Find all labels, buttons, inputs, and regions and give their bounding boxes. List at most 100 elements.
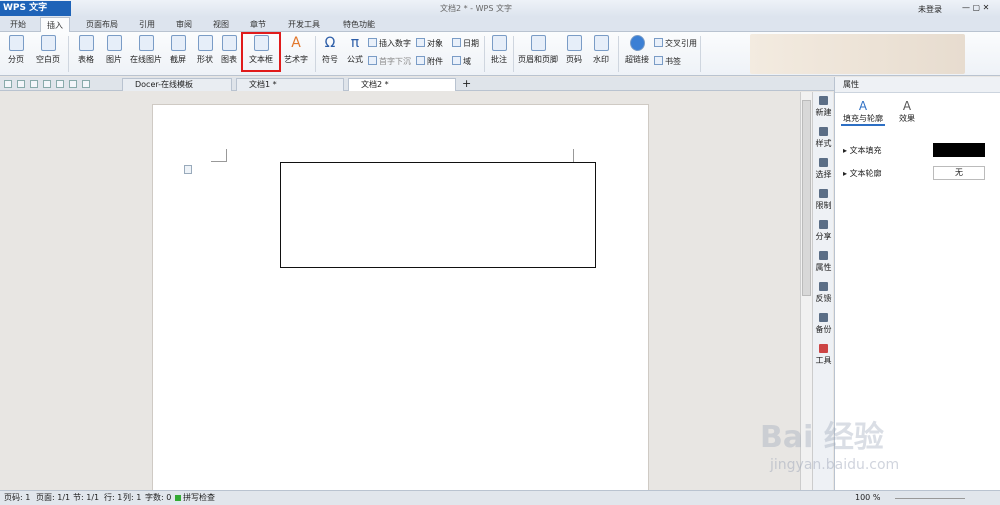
- window-controls[interactable]: — ▢ ✕: [962, 3, 989, 12]
- comment-icon: [491, 35, 507, 51]
- feedback-icon: [819, 282, 828, 291]
- toolbox-icon: [819, 344, 828, 353]
- chart-button[interactable]: 图表: [219, 35, 239, 65]
- header-footer-button[interactable]: 页眉和页脚: [517, 35, 559, 65]
- spell-check[interactable]: 拼写检查: [183, 491, 215, 505]
- shape-button[interactable]: 形状: [194, 35, 216, 65]
- watermark-button[interactable]: 水印: [589, 35, 613, 65]
- bookmark-button[interactable]: 书签: [654, 56, 681, 67]
- drop-cap-icon: [368, 56, 377, 65]
- formula-button[interactable]: π 公式: [345, 35, 365, 65]
- open-icon[interactable]: [4, 80, 12, 88]
- save-icon[interactable]: [17, 80, 25, 88]
- art-text-icon: A: [291, 35, 301, 51]
- drop-cap-button[interactable]: 首字下沉: [368, 56, 411, 67]
- share-icon: [819, 220, 828, 229]
- status-section: 节: 1/1: [73, 493, 100, 502]
- status-page: 页码: 1: [4, 493, 31, 502]
- zoom-slider[interactable]: [895, 498, 965, 499]
- sidebar-share[interactable]: 分享: [813, 220, 834, 242]
- tab-view[interactable]: 视图: [213, 19, 229, 30]
- insert-number-button[interactable]: 插入数字: [368, 38, 411, 49]
- sidebar-new[interactable]: 新建: [813, 96, 834, 118]
- tab-reference[interactable]: 引用: [139, 19, 155, 30]
- tab-review[interactable]: 审阅: [176, 19, 192, 30]
- online-picture-icon: [138, 35, 154, 51]
- doc-tab-docer[interactable]: Docer-在线模板: [122, 78, 232, 91]
- sidebar-backup[interactable]: 备份: [813, 313, 834, 335]
- tab-insert[interactable]: 插入: [40, 17, 70, 32]
- title-bar: WPS 文字 文档2 * - WPS 文字 未登录 — ▢ ✕: [0, 0, 1000, 17]
- tab-effect[interactable]: A 效果: [893, 99, 921, 124]
- bookmark-icon: [654, 56, 663, 65]
- fill-a-icon: A: [858, 99, 868, 113]
- tab-page-layout[interactable]: 页面布局: [86, 19, 118, 30]
- shape-icon: [197, 35, 213, 51]
- text-outline-select[interactable]: 无: [933, 166, 985, 180]
- pi-icon: π: [350, 35, 360, 51]
- sidebar-restrict[interactable]: 限制: [813, 189, 834, 211]
- page-number-button[interactable]: 页码: [562, 35, 586, 65]
- table-button[interactable]: 表格: [74, 35, 98, 65]
- date-button[interactable]: 日期: [452, 38, 479, 49]
- new-tab-button[interactable]: +: [462, 77, 471, 90]
- text-box[interactable]: [280, 162, 596, 268]
- symbol-button[interactable]: Ω 符号: [319, 35, 341, 65]
- watermark-logo: Bai 经验: [760, 420, 884, 455]
- text-outline-row[interactable]: ▸ 文本轮廓: [843, 168, 882, 179]
- backup-icon: [819, 313, 828, 322]
- pdf-icon[interactable]: [30, 80, 38, 88]
- comment-button[interactable]: 批注: [488, 35, 510, 65]
- tab-special[interactable]: 特色功能: [343, 19, 375, 30]
- object-button[interactable]: 对象: [416, 38, 443, 49]
- user-login[interactable]: 未登录: [918, 4, 942, 15]
- preview-icon[interactable]: [56, 80, 64, 88]
- text-box-highlight: [241, 32, 281, 72]
- doc-tab-1[interactable]: 文档1 *: [236, 78, 344, 91]
- attachment-button[interactable]: 附件: [416, 56, 443, 67]
- sidebar-properties[interactable]: 属性: [813, 251, 834, 273]
- app-menu-button[interactable]: WPS 文字: [0, 1, 71, 16]
- globe-icon: [629, 35, 645, 51]
- tab-home[interactable]: 开始: [10, 19, 26, 30]
- paste-options-icon[interactable]: [184, 165, 192, 174]
- window-title: 文档2 * - WPS 文字: [440, 4, 512, 13]
- effect-a-icon: A: [902, 99, 912, 113]
- undo-icon[interactable]: [69, 80, 77, 88]
- picture-button[interactable]: 图片: [102, 35, 126, 65]
- picture-icon: [106, 35, 122, 51]
- sidebar-tools[interactable]: 工具: [813, 344, 834, 366]
- status-pages: 页面: 1/1: [36, 493, 71, 502]
- page-break-button[interactable]: 分页: [4, 35, 28, 65]
- scroll-thumb[interactable]: [802, 100, 811, 296]
- sidebar-select[interactable]: 选择: [813, 158, 834, 180]
- screenshot-button[interactable]: 截屏: [166, 35, 190, 65]
- redo-icon[interactable]: [82, 80, 90, 88]
- zoom-level[interactable]: 100 %: [855, 491, 880, 505]
- text-fill-row[interactable]: ▸ 文本填充: [843, 145, 882, 156]
- watermark-url: jingyan.baidu.com: [770, 457, 900, 473]
- ribbon-decoration-image: [750, 34, 965, 74]
- tab-fill-outline[interactable]: A 填充与轮廓: [841, 99, 885, 126]
- sidebar-feedback[interactable]: 反馈: [813, 282, 834, 304]
- print-icon[interactable]: [43, 80, 51, 88]
- cross-reference-button[interactable]: 交叉引用: [654, 38, 697, 49]
- number-icon: [368, 38, 377, 47]
- ribbon-tab-row: 开始 插入 页面布局 引用 审阅 视图 章节 开发工具 特色功能: [0, 17, 1000, 32]
- tab-chapter[interactable]: 章节: [250, 19, 266, 30]
- hyperlink-button[interactable]: 超链接: [622, 35, 652, 65]
- text-fill-color[interactable]: [933, 143, 985, 157]
- art-text-button[interactable]: A 艺术字: [281, 35, 311, 65]
- status-bar: 页码: 1 页面: 1/1 节: 1/1 行: 1 列: 1 字数: 0 拼写检…: [0, 490, 1000, 505]
- screenshot-icon: [170, 35, 186, 51]
- sidebar-style[interactable]: 样式: [813, 127, 834, 149]
- status-words: 字数: 0: [145, 493, 172, 502]
- blank-page-button[interactable]: 空白页: [32, 35, 64, 65]
- doc-tab-2[interactable]: 文档2 *: [348, 78, 456, 91]
- tab-developer[interactable]: 开发工具: [288, 19, 320, 30]
- field-button[interactable]: 域: [452, 56, 471, 67]
- properties-header: 属性: [835, 77, 1000, 93]
- online-picture-button[interactable]: 在线图片: [130, 35, 162, 65]
- page-break-icon: [8, 35, 24, 51]
- omega-icon: Ω: [324, 35, 336, 51]
